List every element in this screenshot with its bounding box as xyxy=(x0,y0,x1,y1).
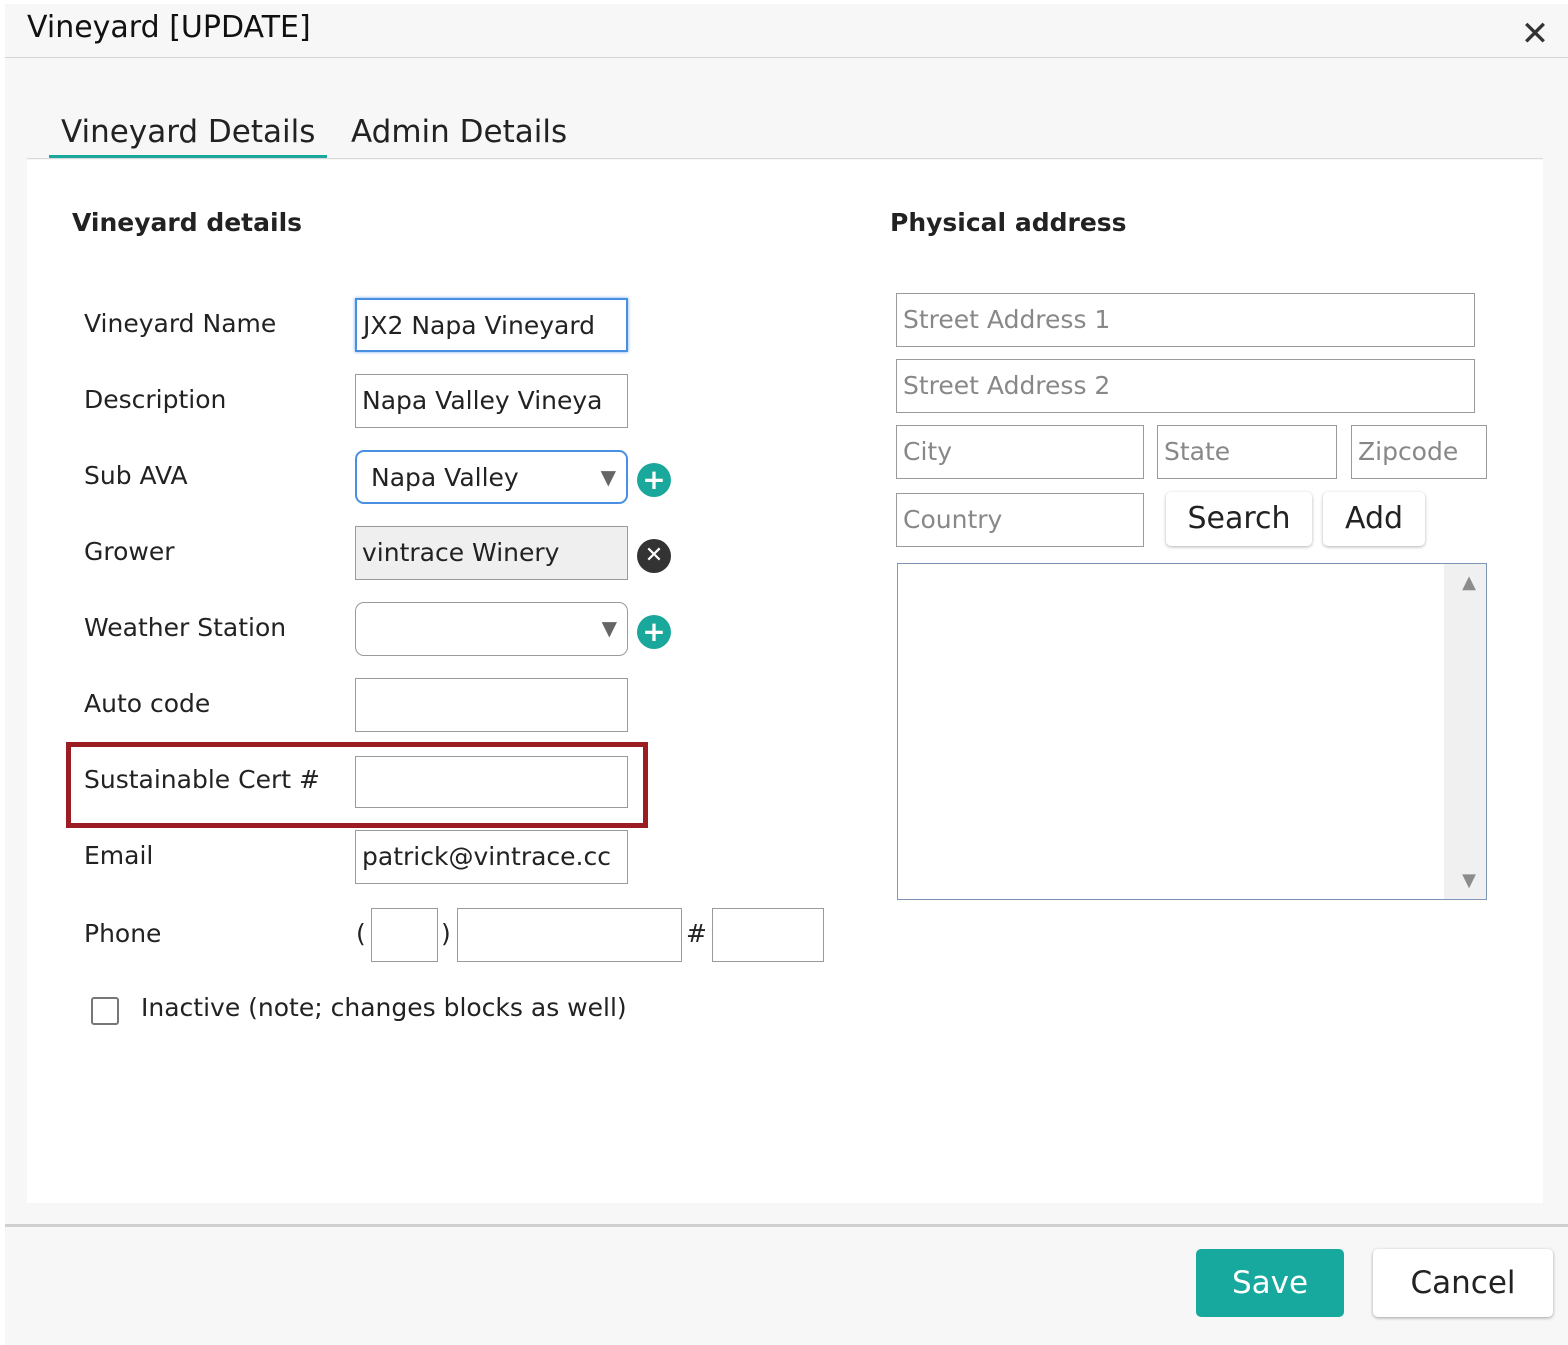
dialog-titlebar: Vineyard [UPDATE] ✕ xyxy=(5,4,1568,58)
sub-ava-label: Sub AVA xyxy=(84,461,188,490)
tab-bar: Vineyard Details Admin Details xyxy=(27,104,1543,159)
dropdown-arrow-icon: ▼ xyxy=(600,465,616,489)
inactive-checkbox[interactable] xyxy=(91,997,119,1025)
tab-admin-details[interactable]: Admin Details xyxy=(351,114,567,150)
phone-number-input[interactable] xyxy=(457,908,682,962)
auto-code-label: Auto code xyxy=(84,689,211,718)
grower-input[interactable]: vintrace Winery xyxy=(355,526,628,580)
add-weather-station-plus-icon[interactable]: + xyxy=(637,615,671,649)
cancel-button[interactable]: Cancel xyxy=(1373,1249,1553,1317)
city-input[interactable]: City xyxy=(896,425,1144,479)
sustainable-cert-label: Sustainable Cert # xyxy=(84,765,320,794)
save-button[interactable]: Save xyxy=(1196,1249,1344,1317)
scroll-down-icon[interactable]: ▼ xyxy=(1462,870,1476,891)
physical-address-heading: Physical address xyxy=(890,208,1127,237)
description-input[interactable]: Napa Valley Vineya xyxy=(355,374,628,428)
inactive-label: Inactive (note; changes blocks as well) xyxy=(141,993,627,1022)
phone-close-paren: ) xyxy=(441,919,451,948)
grower-label: Grower xyxy=(84,537,175,566)
state-input[interactable]: State xyxy=(1157,425,1337,479)
zipcode-input[interactable]: Zipcode xyxy=(1351,425,1487,479)
address-results-scrollbar[interactable]: ▲ ▼ xyxy=(1444,564,1486,899)
vineyard-details-heading: Vineyard details xyxy=(72,208,303,237)
dropdown-arrow-icon: ▼ xyxy=(601,616,617,640)
description-label: Description xyxy=(84,385,227,414)
vineyard-dialog: Vineyard [UPDATE] ✕ Vineyard Details Adm… xyxy=(5,4,1568,1345)
phone-area-code-input[interactable] xyxy=(371,908,438,962)
sub-ava-select[interactable]: Napa Valley ▼ xyxy=(355,450,628,504)
dialog-title: Vineyard [UPDATE] xyxy=(27,10,311,45)
vineyard-name-input[interactable]: JX2 Napa Vineyard xyxy=(355,298,628,352)
sub-ava-value: Napa Valley xyxy=(371,463,519,492)
street-address-2-input[interactable]: Street Address 2 xyxy=(896,359,1475,413)
scroll-up-icon[interactable]: ▲ xyxy=(1462,572,1476,593)
weather-station-select[interactable]: ▼ xyxy=(355,602,628,656)
phone-label: Phone xyxy=(84,919,162,948)
add-button[interactable]: Add xyxy=(1323,492,1425,546)
email-input[interactable]: patrick@vintrace.cc xyxy=(355,830,628,884)
country-input[interactable]: Country xyxy=(896,493,1144,547)
weather-station-label: Weather Station xyxy=(84,613,287,642)
clear-grower-x-icon[interactable]: ✕ xyxy=(637,539,671,573)
details-panel: Vineyard details Physical address Vineya… xyxy=(27,160,1543,1203)
search-button[interactable]: Search xyxy=(1166,492,1312,546)
auto-code-input[interactable] xyxy=(355,678,628,732)
phone-ext-input[interactable] xyxy=(712,908,824,962)
vineyard-name-label: Vineyard Name xyxy=(84,309,277,338)
address-results-box[interactable]: ▲ ▼ xyxy=(897,563,1487,900)
add-sub-ava-plus-icon[interactable]: + xyxy=(637,463,671,497)
phone-open-paren: ( xyxy=(356,919,366,948)
street-address-1-input[interactable]: Street Address 1 xyxy=(896,293,1475,347)
tab-vineyard-details[interactable]: Vineyard Details xyxy=(49,114,328,158)
close-icon[interactable]: ✕ xyxy=(1517,16,1553,52)
email-label: Email xyxy=(84,841,154,870)
phone-hash: # xyxy=(686,919,707,948)
sustainable-cert-input[interactable] xyxy=(355,756,628,808)
